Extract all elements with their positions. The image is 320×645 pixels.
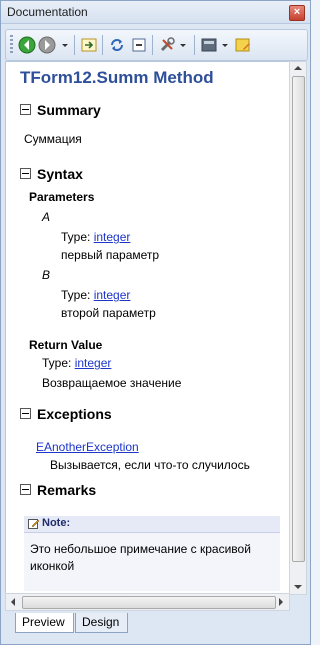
note-text: Это небольшое примечание с красивой икон… (30, 542, 251, 573)
exception-description: Вызывается, если что-то случилось (50, 458, 250, 472)
parameters-label: Parameters (29, 190, 95, 204)
vertical-scroll-thumb[interactable] (292, 76, 305, 562)
pencil-note-icon (28, 519, 40, 529)
syntax-section-header[interactable]: Syntax (20, 166, 83, 182)
toolbar-grip[interactable] (10, 35, 13, 55)
param-type-row: Type: integer (61, 230, 130, 244)
param-name: A (42, 210, 51, 224)
forward-icon[interactable] (38, 36, 56, 54)
tab-design[interactable]: Design (75, 613, 129, 633)
type-label: Type: (42, 356, 72, 370)
toolbar (5, 29, 308, 61)
remarks-section-header[interactable]: Remarks (20, 482, 96, 498)
scroll-left-icon[interactable] (9, 598, 17, 606)
close-button[interactable]: × (289, 5, 305, 21)
syntax-heading: Syntax (37, 166, 83, 182)
horizontal-scroll-thumb[interactable] (22, 596, 276, 609)
back-icon[interactable] (18, 36, 36, 54)
return-value-label: Return Value (29, 338, 103, 352)
param-type-row: Type: integer (61, 288, 130, 302)
collapse-icon[interactable] (130, 36, 148, 54)
remarks-heading: Remarks (37, 482, 97, 498)
tab-preview[interactable]: Preview (15, 613, 74, 633)
sync-icon[interactable] (80, 36, 98, 54)
tools-icon[interactable] (158, 36, 176, 54)
vertical-scrollbar[interactable] (289, 61, 307, 595)
exception-link[interactable]: EAnotherException (36, 440, 139, 454)
toolbar-separator (102, 35, 103, 55)
type-link[interactable]: integer (75, 356, 112, 370)
documentation-content: TForm12.Summ Method Summary Суммация Syn… (5, 61, 290, 611)
summary-heading: Summary (37, 102, 101, 118)
note-body: Это небольшое примечание с красивой икон… (24, 533, 280, 591)
return-type-row: Type: integer (42, 356, 111, 370)
type-label: Type: (61, 288, 91, 302)
toolbar-separator (74, 35, 75, 55)
scroll-up-icon[interactable] (294, 64, 302, 72)
scroll-right-icon[interactable] (277, 598, 285, 606)
view-tabs: Preview Design (5, 611, 306, 637)
note-label: Note: (42, 517, 71, 529)
param-description: первый параметр (61, 248, 160, 262)
note-icon[interactable] (234, 36, 252, 54)
return-description: Возвращаемое значение (42, 376, 182, 390)
summary-section-header[interactable]: Summary (20, 102, 101, 118)
collapse-icon[interactable] (20, 168, 31, 179)
window-title: Documentation (7, 5, 88, 19)
title-bar: Documentation × (1, 1, 310, 24)
view-icon[interactable] (200, 36, 218, 54)
dropdown-icon[interactable] (60, 36, 70, 54)
exceptions-heading: Exceptions (37, 406, 112, 422)
page-title: TForm12.Summ Method (20, 68, 214, 87)
refresh-icon[interactable] (108, 36, 126, 54)
toolbar-separator (152, 35, 153, 55)
dropdown-icon[interactable] (178, 36, 188, 54)
collapse-icon[interactable] (20, 408, 31, 419)
note-header: Note: (24, 516, 280, 533)
summary-text: Суммация (24, 132, 82, 146)
param-name: B (42, 268, 51, 282)
dropdown-icon[interactable] (220, 36, 230, 54)
type-label: Type: (61, 230, 91, 244)
param-description: второй параметр (61, 306, 156, 320)
horizontal-scrollbar[interactable] (5, 593, 290, 611)
scroll-down-icon[interactable] (294, 583, 302, 591)
type-link[interactable]: integer (94, 230, 131, 244)
collapse-icon[interactable] (20, 484, 31, 495)
documentation-window: Documentation × TForm12.Summ Method Summ… (0, 0, 311, 645)
exceptions-section-header[interactable]: Exceptions (20, 406, 112, 422)
toolbar-separator (194, 35, 195, 55)
type-link[interactable]: integer (94, 288, 131, 302)
collapse-icon[interactable] (20, 104, 31, 115)
